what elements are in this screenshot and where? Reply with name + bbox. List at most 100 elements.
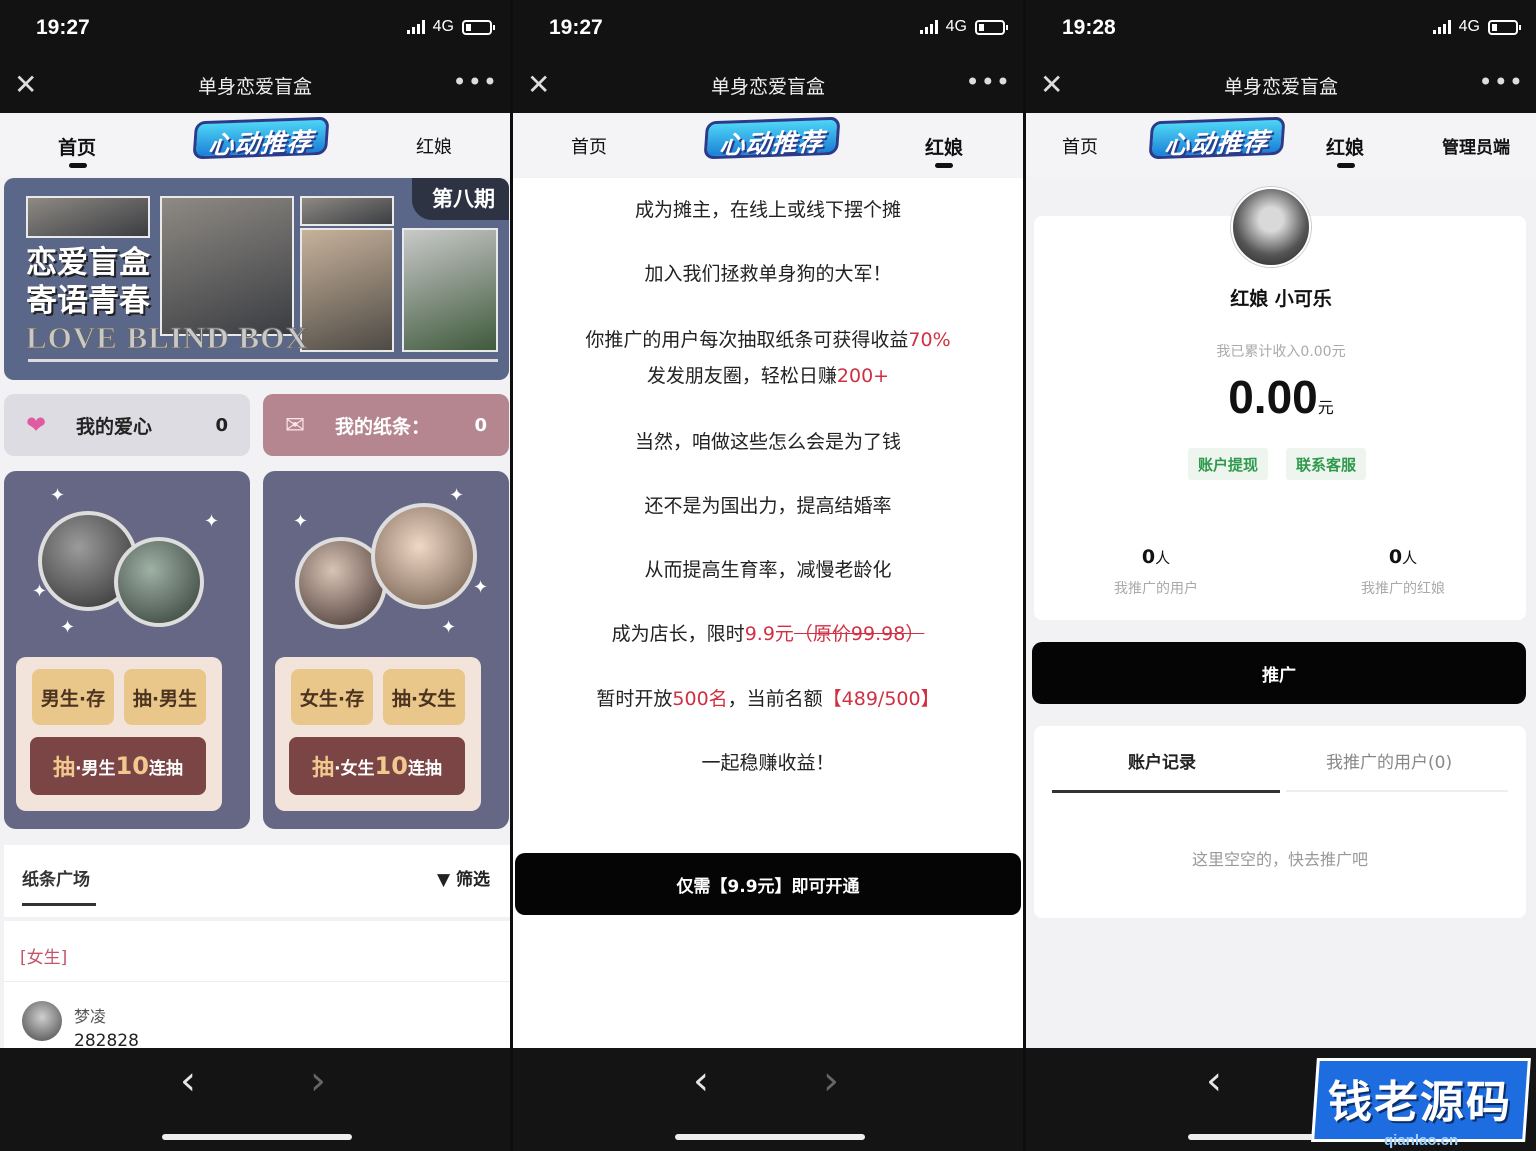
promo-line: 成为店长，限时9.9元（原价99.98） <box>611 623 925 645</box>
status-bar: 19:27 4G <box>0 0 510 58</box>
promoted-matchmakers-stat: 0人 我推广的红娘 <box>1361 546 1445 597</box>
hero-banner[interactable]: 恋爱盲盒 寄语青春 LOVE BLIND BOX 第八期 <box>4 178 509 380</box>
page-title: 单身恋爱盲盒 <box>197 76 312 98</box>
promo-line: 发发朋友圈，轻松日赚200+ <box>646 365 890 387</box>
post-author-name: 梦凌 <box>74 1007 107 1026</box>
tab-bar: 首页 心动推荐 红娘 <box>513 113 1023 177</box>
open-membership-button[interactable]: 仅需【9.9元】即可开通 <box>515 853 1021 915</box>
filter-button[interactable]: ▼ 筛选 <box>437 865 490 890</box>
my-notes-label: 我的纸条： <box>335 415 431 438</box>
tab-recommend-logo[interactable]: 心动推荐 <box>703 116 841 160</box>
promo-content: 成为摊主，在线上或线下摆个摊 加入我们拯救单身狗的大军！ 你推广的用户每次抽取纸… <box>513 178 1023 1050</box>
female-avatar <box>371 503 477 609</box>
status-time: 19:27 <box>549 16 603 39</box>
forward-arrow-icon[interactable]: › <box>310 1058 326 1104</box>
home-indicator[interactable] <box>675 1134 865 1140</box>
filter-icon: ▼ <box>437 870 451 890</box>
my-hearts-count: 0 <box>215 414 228 436</box>
tab-matchmaker[interactable]: 红娘 <box>1326 133 1364 160</box>
income-label: 我已累计收入0.00元 <box>1216 344 1346 360</box>
more-icon[interactable]: ••• <box>966 68 1011 96</box>
female-draw10-button[interactable]: 抽 ·女生 10 连抽 <box>289 737 465 795</box>
screen-promo: 19:27 4G ✕ 单身恋爱盲盒 ••• 首页 心动推荐 红娘 成为摊主，在线… <box>513 0 1023 1151</box>
withdraw-button[interactable]: 账户提现 <box>1188 448 1269 480</box>
screen-home: 19:27 4G ✕ 单身恋爱盲盒 ••• 首页 心动推荐 红娘 恋爱盲盒 寄语… <box>0 0 510 1151</box>
back-arrow-icon[interactable]: ‹ <box>693 1058 709 1104</box>
nav-bar: ✕ 单身恋爱盲盒 ••• <box>513 58 1023 113</box>
network-label: 4G <box>1458 18 1480 35</box>
heart-icon: ❤ <box>26 411 47 439</box>
avatar <box>1231 187 1311 267</box>
note-post[interactable]: [女生] 梦凌 282828 <box>4 921 510 1051</box>
my-hearts-button[interactable]: ❤ 我的爱心 0 <box>4 394 250 456</box>
male-draw10-button[interactable]: 抽 ·男生 10 连抽 <box>30 737 206 795</box>
tab-home[interactable]: 首页 <box>58 133 96 160</box>
tab-bar: 首页 心动推荐 红娘 管理员端 <box>1026 113 1536 177</box>
tab-promoted-users[interactable]: 我推广的用户(0) <box>1326 748 1452 773</box>
watermark-logo: 钱老源码 qianlao.cn <box>1311 1052 1536 1151</box>
tab-home[interactable]: 首页 <box>571 133 607 159</box>
note-square-header: 纸条广场 ▼ 筛选 <box>4 845 510 917</box>
tab-active-indicator <box>1337 163 1355 168</box>
female-box-card: ✦ ✦ ✦ ✦ 女生·存 抽·女生 抽 ·女生 10 连抽 <box>263 471 509 829</box>
sparkle-icon: ✦ <box>204 511 220 532</box>
promo-line: 暂时开放500名，当前名额【489/500】 <box>596 688 940 710</box>
female-store-button[interactable]: 女生·存 <box>291 669 373 725</box>
back-arrow-icon[interactable]: ‹ <box>180 1058 196 1104</box>
banner-photo <box>300 228 394 352</box>
page-title: 单身恋爱盲盒 <box>1223 76 1338 98</box>
home-indicator[interactable] <box>162 1134 352 1140</box>
tab-underline <box>1286 790 1508 792</box>
more-icon[interactable]: ••• <box>1479 68 1524 96</box>
status-bar: 19:27 4G <box>513 0 1023 58</box>
battery-icon <box>975 19 1008 35</box>
promo-line: 你推广的用户每次抽取纸条可获得收益70% <box>585 329 951 351</box>
back-arrow-icon[interactable]: ‹ <box>1206 1058 1222 1104</box>
promote-button[interactable]: 推广 <box>1032 642 1526 704</box>
my-notes-count: 0 <box>474 414 487 436</box>
status-time: 19:27 <box>36 16 90 39</box>
envelope-icon: ✉ <box>285 411 306 439</box>
network-label: 4G <box>945 18 967 35</box>
watermark-url: qianlao.cn <box>1384 1132 1459 1149</box>
sparkle-icon: ✦ <box>441 617 457 638</box>
screen-matchmaker: 19:28 4G ✕ 单身恋爱盲盒 ••• 首页 心动推荐 红娘 管理员端 红娘… <box>1026 0 1536 1151</box>
banner-photo <box>26 196 150 238</box>
promo-line: 成为摊主，在线上或线下摆个摊 <box>634 199 901 221</box>
status-time: 19:28 <box>1062 16 1116 39</box>
tab-active-indicator <box>69 163 87 168</box>
battery-icon <box>462 19 495 35</box>
sparkle-icon: ✦ <box>473 577 489 598</box>
tab-note-square[interactable]: 纸条广场 <box>22 865 90 890</box>
nav-bar: ✕ 单身恋爱盲盒 ••• <box>1026 58 1536 113</box>
my-notes-button[interactable]: ✉ 我的纸条： 0 <box>263 394 509 456</box>
male-store-button[interactable]: 男生·存 <box>32 669 114 725</box>
contact-support-button[interactable]: 联系客服 <box>1286 448 1367 480</box>
tab-recommend-logo[interactable]: 心动推荐 <box>192 116 330 160</box>
tab-matchmaker[interactable]: 红娘 <box>925 133 963 160</box>
post-gender-tag: [女生] <box>20 948 68 968</box>
male-draw-button[interactable]: 抽·男生 <box>124 669 206 725</box>
forward-arrow-icon[interactable]: › <box>823 1058 839 1104</box>
watermark-text: 钱老源码 <box>1328 1077 1512 1128</box>
tab-admin[interactable]: 管理员端 <box>1442 133 1510 158</box>
tab-recommend-logo[interactable]: 心动推荐 <box>1148 116 1286 160</box>
network-label: 4G <box>432 18 454 35</box>
income-amount: 0.00元 <box>1228 371 1334 423</box>
signal-icon <box>406 20 425 34</box>
tab-account-records[interactable]: 账户记录 <box>1128 748 1196 773</box>
avatar <box>22 1001 62 1041</box>
issue-badge: 第八期 <box>412 178 509 220</box>
status-bar: 19:28 4G <box>1026 0 1536 58</box>
tab-underline <box>1052 790 1280 793</box>
browser-bottom-bar: ‹ › <box>513 1048 1023 1151</box>
promo-line: 当然，咱做这些怎么会是为了钱 <box>634 431 901 453</box>
female-draw-button[interactable]: 抽·女生 <box>383 669 465 725</box>
more-icon[interactable]: ••• <box>453 68 498 96</box>
tab-matchmaker[interactable]: 红娘 <box>416 133 452 159</box>
banner-photo <box>402 228 498 352</box>
tab-home[interactable]: 首页 <box>1062 133 1098 159</box>
page-title: 单身恋爱盲盒 <box>710 76 825 98</box>
promoted-users-stat: 0人 我推广的用户 <box>1114 546 1198 597</box>
banner-photo <box>300 196 394 226</box>
